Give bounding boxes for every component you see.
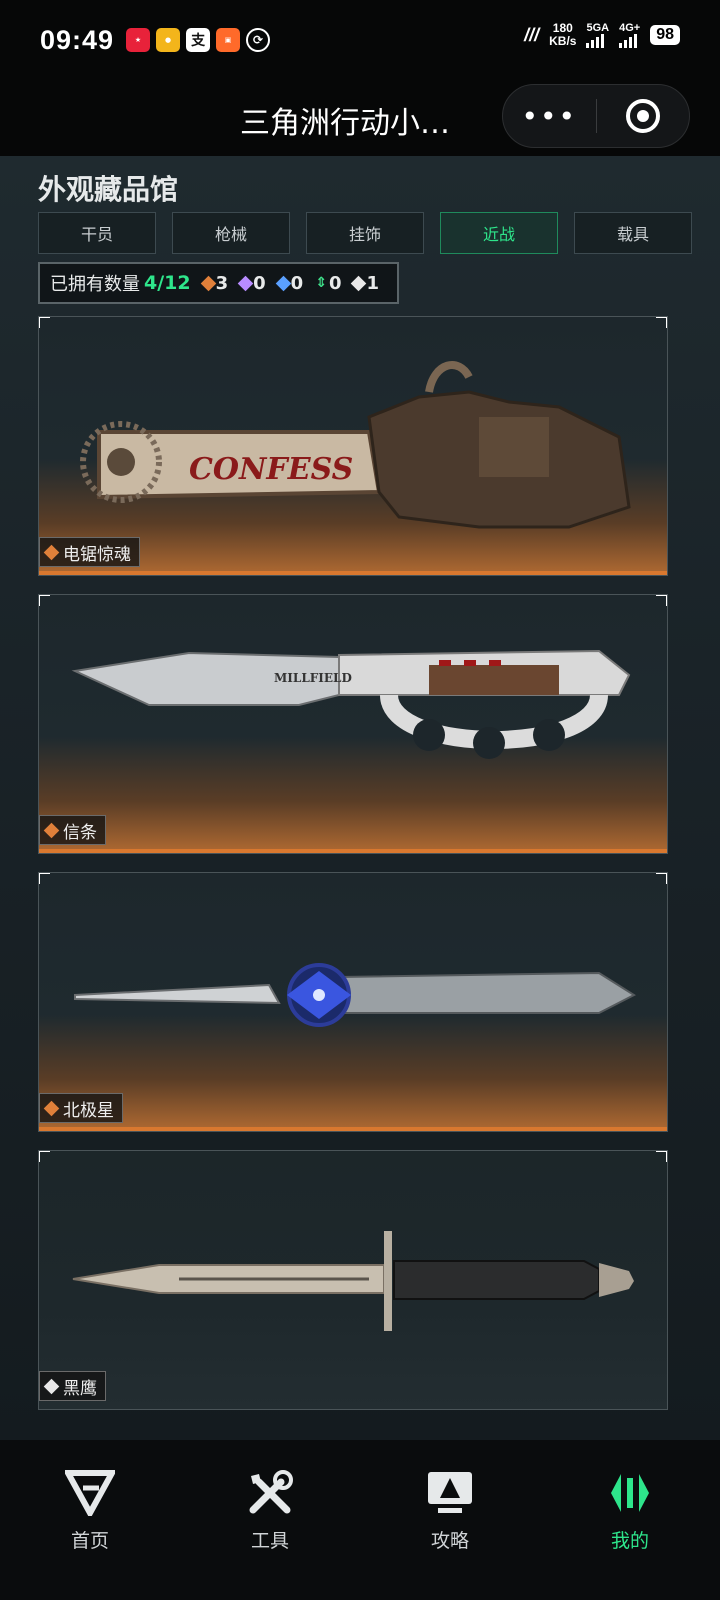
app-notification-icon: ● <box>156 28 181 52</box>
tab-guns[interactable]: 枪械 <box>172 212 290 254</box>
signal-bars-icon <box>619 34 640 48</box>
nav-profile[interactable]: 我的 <box>540 1440 720 1600</box>
more-button[interactable]: ••• <box>503 100 596 133</box>
polaris-dagger-art <box>74 963 637 1027</box>
rarity-diamond-icon <box>43 544 60 560</box>
diamond-icon <box>275 275 291 291</box>
rarity-purple-count: 0 <box>237 273 266 294</box>
status-time: 09:49 <box>40 24 115 55</box>
svg-text:MILLFIELD: MILLFIELD <box>274 671 352 685</box>
nav-label: 工具 <box>250 1530 289 1552</box>
item-card-black-hawk[interactable]: 黑鹰 <box>38 1150 668 1410</box>
tab-operators[interactable]: 干员 <box>38 212 156 254</box>
corner-mark <box>39 1151 50 1162</box>
nav-tools[interactable]: 工具 <box>180 1440 360 1600</box>
nav-label: 我的 <box>610 1530 649 1552</box>
corner-mark <box>656 595 667 606</box>
diamond-icon <box>237 275 254 291</box>
network-speed: 180 KB/s <box>549 21 577 48</box>
corner-mark <box>656 317 667 328</box>
signal-bars-icon <box>586 34 609 48</box>
app-notification-icon: 支 <box>186 28 211 52</box>
rarity-blue-count: 0 <box>275 273 303 294</box>
item-label: 信条 <box>39 815 106 845</box>
signal-4g: 4G+ <box>619 22 640 48</box>
owned-count-bar: 已拥有数量 4/12 3 0 0 ⇕ 0 1 <box>38 262 399 304</box>
rarity-bar <box>39 1127 667 1131</box>
item-card-chainsaw[interactable]: CONFESS 电锯惊魂 <box>38 316 668 576</box>
tab-melee[interactable]: 近战 <box>440 212 558 254</box>
page-title-bar-text: 三角洲行动小… <box>240 106 450 141</box>
diamond-icon <box>200 275 216 291</box>
close-ring-icon <box>625 99 660 133</box>
mini-program-title-bar: 三角洲行动小… ••• <box>0 80 720 156</box>
status-bar: 09:49 ★ ● 支 ▣ ⟳ /// 180 KB/s 5GA 4G+ 98 <box>0 0 720 80</box>
rarity-diamond-icon <box>43 1100 60 1116</box>
category-tabs: 干员 枪械 挂饰 近战 载具 <box>38 212 692 254</box>
rarity-green-count: ⇕ 0 <box>315 272 342 294</box>
tab-vehicles[interactable]: 载具 <box>574 212 692 254</box>
nav-label: 首页 <box>70 1530 109 1552</box>
corner-mark <box>39 595 50 606</box>
guide-icon <box>428 1472 472 1513</box>
rarity-bar <box>39 571 667 575</box>
corner-mark <box>39 317 50 328</box>
app-notification-icon: ▣ <box>216 28 241 52</box>
knuckle-knife-art: MILLFIELD <box>71 649 631 759</box>
item-name: 信条 <box>63 822 97 843</box>
owned-count: 4/12 <box>144 272 191 294</box>
rarity-white-count: 1 <box>351 273 379 294</box>
rarity-diamond-icon <box>43 1378 60 1394</box>
svg-text:CONFESS: CONFESS <box>189 452 353 487</box>
profile-logo-icon <box>611 1474 649 1512</box>
item-name: 北极星 <box>63 1100 114 1121</box>
item-label: 电锯惊魂 <box>39 537 140 567</box>
owned-label: 已拥有数量 <box>50 274 140 295</box>
nav-guide[interactable]: 攻略 <box>360 1440 540 1600</box>
collection-content: 外观藏品馆 干员 枪械 挂饰 近战 载具 已拥有数量 4/12 3 0 0 ⇕ 0… <box>0 156 720 1440</box>
item-card-knuckle-knife[interactable]: MILLFIELD 信条 <box>38 594 668 854</box>
app-notification-icon: ⟳ <box>246 28 271 52</box>
green-arrows-icon: ⇕ <box>315 275 327 291</box>
item-label: 北极星 <box>39 1093 123 1123</box>
rarity-bar <box>39 849 667 853</box>
corner-mark <box>656 1151 667 1162</box>
black-hawk-knife-art <box>72 1231 634 1331</box>
item-card-polaris[interactable]: 北极星 <box>38 872 668 1132</box>
item-label: 黑鹰 <box>39 1371 106 1401</box>
item-name: 黑鹰 <box>63 1378 97 1399</box>
signal-5g: 5GA <box>586 22 609 48</box>
close-button[interactable] <box>597 99 690 133</box>
status-right: /// 180 KB/s 5GA 4G+ 98 <box>524 22 680 48</box>
corner-mark <box>39 873 50 884</box>
home-logo-icon <box>65 1470 115 1516</box>
item-name: 电锯惊魂 <box>63 544 131 565</box>
notification-icons: ★ ● 支 ▣ ⟳ <box>126 28 271 52</box>
app-notification-icon: ★ <box>126 28 151 52</box>
rarity-diamond-icon <box>43 822 60 838</box>
corner-mark <box>656 873 667 884</box>
bottom-navigation: 首页 工具 攻略 我的 <box>0 1440 720 1600</box>
rarity-orange-count: 3 <box>200 273 228 294</box>
nav-home[interactable]: 首页 <box>0 1440 180 1600</box>
nav-label: 攻略 <box>430 1530 469 1552</box>
diamond-icon <box>351 275 367 291</box>
hd-icon: /// <box>524 24 540 45</box>
battery-icon: 98 <box>650 25 680 45</box>
tools-icon <box>249 1470 293 1514</box>
capsule-menu: ••• <box>502 84 690 148</box>
tab-charms[interactable]: 挂饰 <box>306 212 424 254</box>
page-title: 外观藏品馆 <box>38 173 179 206</box>
